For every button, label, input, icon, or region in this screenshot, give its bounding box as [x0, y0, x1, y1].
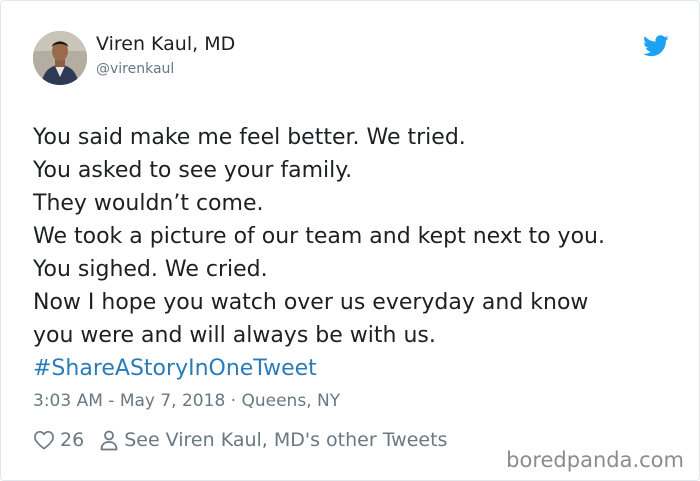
tweet-meta: 3:03 AM - May 7, 2018 · Queens, NY: [33, 391, 340, 411]
other-tweets-link[interactable]: See Viren Kaul, MD's other Tweets: [124, 429, 447, 451]
avatar[interactable]: [33, 31, 87, 85]
tweet-line: You sighed. We cried.: [33, 257, 268, 282]
author-name[interactable]: Viren Kaul, MD: [96, 33, 235, 55]
tweet-line: You said make me feel better. We tried.: [33, 125, 466, 150]
tweet-text: You said make me feel better. We tried. …: [33, 121, 683, 385]
avatar-photo: [33, 31, 87, 85]
person-icon[interactable]: [100, 430, 118, 451]
watermark: boredpanda.com: [506, 448, 684, 472]
meta-separator: ·: [230, 391, 237, 411]
tweet-actions: 26 See Viren Kaul, MD's other Tweets: [33, 426, 447, 454]
tweet-line: We took a picture of our team and kept n…: [33, 224, 605, 249]
like-count[interactable]: 26: [60, 429, 84, 451]
hashtag-link[interactable]: #ShareAStoryInOneTweet: [33, 352, 683, 385]
twitter-bird-icon[interactable]: [643, 35, 669, 57]
tweet-card: Viren Kaul, MD @virenkaul You said make …: [0, 0, 700, 481]
timestamp-link[interactable]: 3:03 AM - May 7, 2018: [33, 391, 225, 411]
tweet-line: You asked to see your family.: [33, 158, 353, 183]
tweet-line: Now I hope you watch over us everyday an…: [33, 290, 589, 315]
author-handle[interactable]: @virenkaul: [96, 61, 174, 77]
location-link[interactable]: Queens, NY: [241, 391, 340, 411]
tweet-line: you were and will always be with us.: [33, 323, 436, 348]
heart-icon[interactable]: [33, 430, 55, 450]
tweet-line: They wouldn’t come.: [33, 191, 264, 216]
